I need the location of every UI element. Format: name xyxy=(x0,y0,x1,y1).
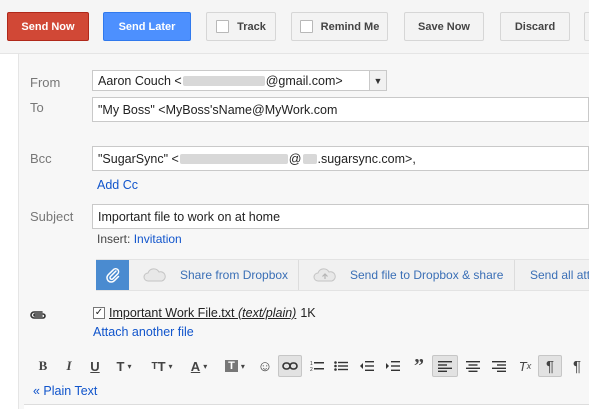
from-domain: @gmail.com> xyxy=(265,73,343,88)
remind-me-button[interactable]: Remind Me xyxy=(291,12,388,41)
plain-text-link[interactable]: « Plain Text xyxy=(33,384,97,398)
italic-button[interactable]: I xyxy=(58,355,80,377)
text-color-button[interactable]: A ▾ xyxy=(184,355,214,377)
numbered-list-icon[interactable]: 12 xyxy=(306,355,328,377)
dropdown-arrow-icon: ▼ xyxy=(369,71,386,90)
from-label: From xyxy=(30,75,61,90)
remind-checkbox-icon xyxy=(299,20,313,33)
subject-label: Subject xyxy=(30,209,74,224)
numbered-list-glyph: 12 xyxy=(310,361,324,372)
redacted-email xyxy=(302,153,317,164)
align-left-button[interactable] xyxy=(432,355,458,377)
redacted-email xyxy=(179,153,288,164)
link-button[interactable] xyxy=(278,355,302,377)
paperclip-icon xyxy=(105,267,119,283)
remove-formatting-icon[interactable]: Tx xyxy=(514,355,536,377)
track-checkbox-icon xyxy=(216,20,230,33)
compose-toolbar: Send Now Send Later Track Remind Me Save… xyxy=(0,0,589,54)
track-label: Track xyxy=(237,20,266,33)
bcc-prefix: "SugarSync" < xyxy=(98,151,179,166)
to-field[interactable]: "My Boss" <MyBoss'sName@MyWork.com xyxy=(92,97,589,122)
paperclip-button[interactable] xyxy=(96,260,129,290)
bold-button[interactable]: B xyxy=(32,355,54,377)
redacted-email xyxy=(182,75,265,86)
track-button[interactable]: Track xyxy=(206,12,276,41)
send-all-attachments-button[interactable]: Send all att xyxy=(530,260,589,290)
highlight-button[interactable]: T ▾ xyxy=(220,355,250,377)
paragraph-ltr-button[interactable]: ¶ xyxy=(538,355,562,377)
bcc-suffix: .sugarsync.com>, xyxy=(317,151,416,166)
subject-field[interactable]: Important file to work on at home xyxy=(92,204,589,229)
attachment-link[interactable]: Important Work File.txt (text/plain) xyxy=(109,306,296,320)
font-button[interactable]: T ▾ xyxy=(110,355,138,377)
indent-less-icon[interactable] xyxy=(356,355,378,377)
quote-icon[interactable]: ” xyxy=(408,355,430,377)
underline-button[interactable]: U xyxy=(84,355,106,377)
attachment-item: ✓ Important Work File.txt (text/plain) 1… xyxy=(93,306,316,320)
bcc-field[interactable]: "SugarSync" < @ .sugarsync.com>, xyxy=(92,146,589,171)
bcc-label: Bcc xyxy=(30,151,52,166)
subject-value: Important file to work on at home xyxy=(98,209,281,224)
share-from-dropbox-label: Share from Dropbox xyxy=(180,268,289,282)
attachment-type: (text/plain) xyxy=(237,306,297,320)
emoji-icon[interactable]: ☺ xyxy=(254,355,276,377)
cloud-icon xyxy=(143,268,166,282)
align-left-icon xyxy=(438,361,452,372)
indent-more-glyph xyxy=(386,361,400,371)
chevron-down-icon: ▾ xyxy=(240,361,245,371)
svg-text:2: 2 xyxy=(310,367,313,372)
invitation-link[interactable]: Invitation xyxy=(134,232,182,246)
insert-row: Insert: Invitation xyxy=(97,232,182,246)
attachment-checkbox[interactable]: ✓ xyxy=(93,307,105,319)
font-size-button[interactable]: T T ▾ xyxy=(146,355,178,377)
indent-more-icon[interactable] xyxy=(382,355,404,377)
insert-label: Insert: xyxy=(97,232,131,246)
add-cc-link[interactable]: Add Cc xyxy=(97,178,138,192)
attachment-size: 1K xyxy=(300,306,316,320)
send-now-button[interactable]: Send Now xyxy=(7,12,89,41)
save-now-button[interactable]: Save Now xyxy=(404,12,484,41)
share-from-dropbox-button[interactable]: Share from Dropbox xyxy=(142,260,288,290)
message-body[interactable] xyxy=(24,404,589,409)
highlight-icon: T xyxy=(225,360,238,372)
chevron-down-icon: ▾ xyxy=(127,361,132,371)
bulleted-list-glyph xyxy=(334,361,348,371)
attachment-name: Important Work File.txt xyxy=(109,306,235,320)
bulleted-list-icon[interactable] xyxy=(330,355,352,377)
attach-another-file-link[interactable]: Attach another file xyxy=(93,325,194,339)
more-button[interactable] xyxy=(584,12,589,41)
to-label: To xyxy=(30,100,44,115)
divider xyxy=(514,260,515,290)
align-right-glyph xyxy=(492,361,506,372)
remind-me-label: Remind Me xyxy=(320,20,380,33)
attachment-paperclip-icon xyxy=(30,311,46,319)
send-later-button[interactable]: Send Later xyxy=(103,12,191,41)
paragraph-rtl-icon[interactable]: ¶ xyxy=(566,355,588,377)
bcc-at: @ xyxy=(288,151,302,166)
discard-button[interactable]: Discard xyxy=(500,12,570,41)
indent-less-glyph xyxy=(360,361,374,371)
chevron-down-icon: ▾ xyxy=(203,361,208,371)
send-to-dropbox-label: Send file to Dropbox & share xyxy=(350,268,504,282)
align-right-icon[interactable] xyxy=(488,355,510,377)
chevron-down-icon: ▾ xyxy=(168,361,173,371)
cloud-upload-icon xyxy=(313,268,336,282)
to-value: "My Boss" <MyBoss'sName@MyWork.com xyxy=(98,102,338,117)
divider xyxy=(298,260,299,290)
align-center-icon[interactable] xyxy=(462,355,484,377)
from-select[interactable]: Aaron Couch < @gmail.com> ▼ xyxy=(92,70,387,91)
dropbox-bar: Share from Dropbox Send file to Dropbox … xyxy=(96,259,589,291)
from-name: Aaron Couch < xyxy=(98,73,182,88)
send-to-dropbox-button[interactable]: Send file to Dropbox & share xyxy=(312,260,503,290)
link-icon xyxy=(282,362,298,370)
align-center-glyph xyxy=(466,361,480,372)
send-all-label: Send all att xyxy=(530,268,589,282)
